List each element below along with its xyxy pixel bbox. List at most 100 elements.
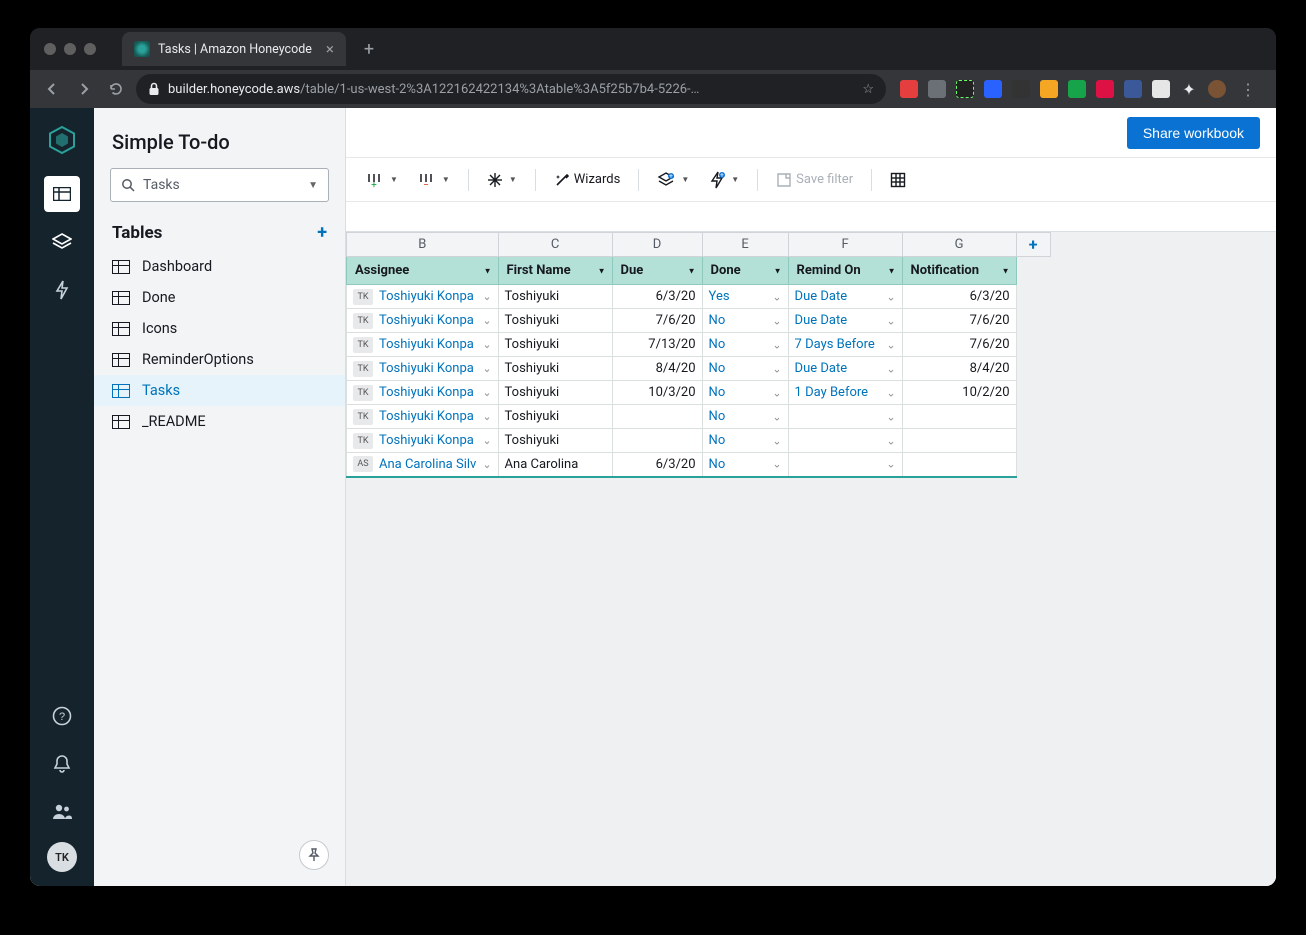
cell-assignee[interactable]: TKToshiyuki Konpa⌄	[347, 357, 499, 381]
cell-done[interactable]: No⌄	[702, 405, 788, 429]
extension-icon[interactable]	[1012, 80, 1030, 98]
sidebar-item-readme[interactable]: _README	[94, 406, 345, 437]
cell-done[interactable]: No⌄	[702, 357, 788, 381]
window-minimize-icon[interactable]	[64, 43, 76, 55]
column-letter[interactable]: G	[902, 233, 1016, 257]
cell-notification[interactable]	[902, 453, 1016, 477]
column-letter[interactable]: E	[702, 233, 788, 257]
extension-icon[interactable]	[1068, 80, 1086, 98]
cell-due[interactable]: 7/13/20	[612, 333, 702, 357]
view-grid-button[interactable]	[882, 165, 914, 195]
cell-first-name[interactable]: Toshiyuki	[498, 357, 612, 381]
cell-done[interactable]: No⌄	[702, 381, 788, 405]
cell-assignee[interactable]: TKToshiyuki Konpa⌄	[347, 405, 499, 429]
cell-assignee[interactable]: TKToshiyuki Konpa⌄	[347, 309, 499, 333]
rail-builder-icon[interactable]	[44, 224, 80, 260]
cell-notification[interactable]	[902, 429, 1016, 453]
extension-icon[interactable]	[928, 80, 946, 98]
extension-icon[interactable]	[900, 80, 918, 98]
cell-first-name[interactable]: Toshiyuki	[498, 309, 612, 333]
filter-icon[interactable]: ▼	[484, 266, 492, 275]
cell-first-name[interactable]: Toshiyuki	[498, 381, 612, 405]
rail-user-avatar[interactable]: TK	[47, 842, 77, 872]
extensions-puzzle-icon[interactable]: ✦	[1180, 80, 1198, 98]
honeycode-logo-icon[interactable]	[44, 122, 80, 158]
column-header-remindon[interactable]: Remind On▼	[788, 257, 902, 285]
extension-icon[interactable]	[1124, 80, 1142, 98]
sidebar-item-reminderoptions[interactable]: ReminderOptions	[94, 344, 345, 375]
filter-icon[interactable]: ▼	[688, 266, 696, 275]
automation-button[interactable]: +▼	[701, 165, 747, 195]
cell-remind-on[interactable]: Due Date⌄	[788, 357, 902, 381]
cell-notification[interactable]	[902, 405, 1016, 429]
column-header-assignee[interactable]: Assignee▼	[347, 257, 499, 285]
formula-bar[interactable]	[346, 202, 1276, 232]
cell-first-name[interactable]: Toshiyuki	[498, 285, 612, 309]
cell-notification[interactable]: 10/2/20	[902, 381, 1016, 405]
extension-icon[interactable]	[956, 80, 974, 98]
cell-done[interactable]: No⌄	[702, 429, 788, 453]
sidebar-item-done[interactable]: Done	[94, 282, 345, 313]
cell-done[interactable]: No⌄	[702, 333, 788, 357]
cell-first-name[interactable]: Toshiyuki	[498, 333, 612, 357]
cell-due[interactable]: 6/3/20	[612, 285, 702, 309]
cell-assignee[interactable]: TKToshiyuki Konpa⌄	[347, 429, 499, 453]
cell-assignee[interactable]: TKToshiyuki Konpa⌄	[347, 381, 499, 405]
reload-button[interactable]	[104, 77, 128, 101]
column-letter[interactable]: C	[498, 233, 612, 257]
column-letter[interactable]: B	[347, 233, 499, 257]
extension-icon[interactable]	[984, 80, 1002, 98]
cell-due[interactable]: 8/4/20	[612, 357, 702, 381]
insert-column-button[interactable]: +▼	[358, 165, 406, 195]
cell-remind-on[interactable]: 1 Day Before⌄	[788, 381, 902, 405]
column-letter[interactable]: D	[612, 233, 702, 257]
profile-avatar-icon[interactable]	[1208, 80, 1226, 98]
cell-first-name[interactable]: Ana Carolina	[498, 453, 612, 477]
cell-remind-on[interactable]: Due Date⌄	[788, 285, 902, 309]
sidebar-item-dashboard[interactable]: Dashboard	[94, 251, 345, 282]
cell-notification[interactable]: 8/4/20	[902, 357, 1016, 381]
table-selector[interactable]: Tasks ▼	[110, 168, 329, 202]
rail-team-icon[interactable]	[44, 794, 80, 830]
window-close-icon[interactable]	[44, 43, 56, 55]
add-table-button[interactable]: +	[317, 222, 327, 243]
layers-button[interactable]: +▼	[649, 165, 697, 195]
filter-icon[interactable]: ▼	[888, 266, 896, 275]
pin-sidebar-button[interactable]	[299, 840, 329, 870]
sidebar-item-icons[interactable]: Icons	[94, 313, 345, 344]
cell-remind-on[interactable]: Due Date⌄	[788, 309, 902, 333]
filter-icon[interactable]: ▼	[774, 266, 782, 275]
extension-icon[interactable]	[1040, 80, 1058, 98]
bookmark-star-icon[interactable]: ☆	[862, 82, 874, 97]
filter-icon[interactable]: ▼	[1002, 266, 1010, 275]
cell-remind-on[interactable]: ⌄	[788, 429, 902, 453]
share-workbook-button[interactable]: Share workbook	[1127, 117, 1260, 149]
browser-tab[interactable]: Tasks | Amazon Honeycode ×	[122, 32, 346, 66]
cell-due[interactable]: 10/3/20	[612, 381, 702, 405]
cell-first-name[interactable]: Toshiyuki	[498, 429, 612, 453]
wizards-button[interactable]: Wizards	[546, 165, 629, 195]
column-letter[interactable]: F	[788, 233, 902, 257]
freeze-button[interactable]: ▼	[479, 165, 525, 195]
cell-first-name[interactable]: Toshiyuki	[498, 405, 612, 429]
cell-assignee[interactable]: ASAna Carolina Silv⌄	[347, 453, 499, 477]
address-bar[interactable]: builder.honeycode.aws/table/1-us-west-2%…	[136, 74, 886, 104]
filter-icon[interactable]: ▼	[598, 266, 606, 275]
extension-icon[interactable]	[1152, 80, 1170, 98]
cell-assignee[interactable]: TKToshiyuki Konpa⌄	[347, 333, 499, 357]
cell-due[interactable]: 6/3/20	[612, 453, 702, 477]
rail-help-icon[interactable]: ?	[44, 698, 80, 734]
rail-notifications-icon[interactable]	[44, 746, 80, 782]
column-header-done[interactable]: Done▼	[702, 257, 788, 285]
delete-column-button[interactable]: −▼	[410, 165, 458, 195]
forward-button[interactable]	[72, 77, 96, 101]
cell-due[interactable]	[612, 429, 702, 453]
grid-scroll-area[interactable]: B C D E F G + Assignee▼ First Name▼ Due▼…	[346, 232, 1276, 886]
column-header-notification[interactable]: Notification▼	[902, 257, 1016, 285]
back-button[interactable]	[40, 77, 64, 101]
add-column-button[interactable]: +	[1016, 233, 1050, 257]
cell-done[interactable]: Yes⌄	[702, 285, 788, 309]
window-maximize-icon[interactable]	[84, 43, 96, 55]
rail-automations-icon[interactable]	[44, 272, 80, 308]
cell-done[interactable]: No⌄	[702, 309, 788, 333]
